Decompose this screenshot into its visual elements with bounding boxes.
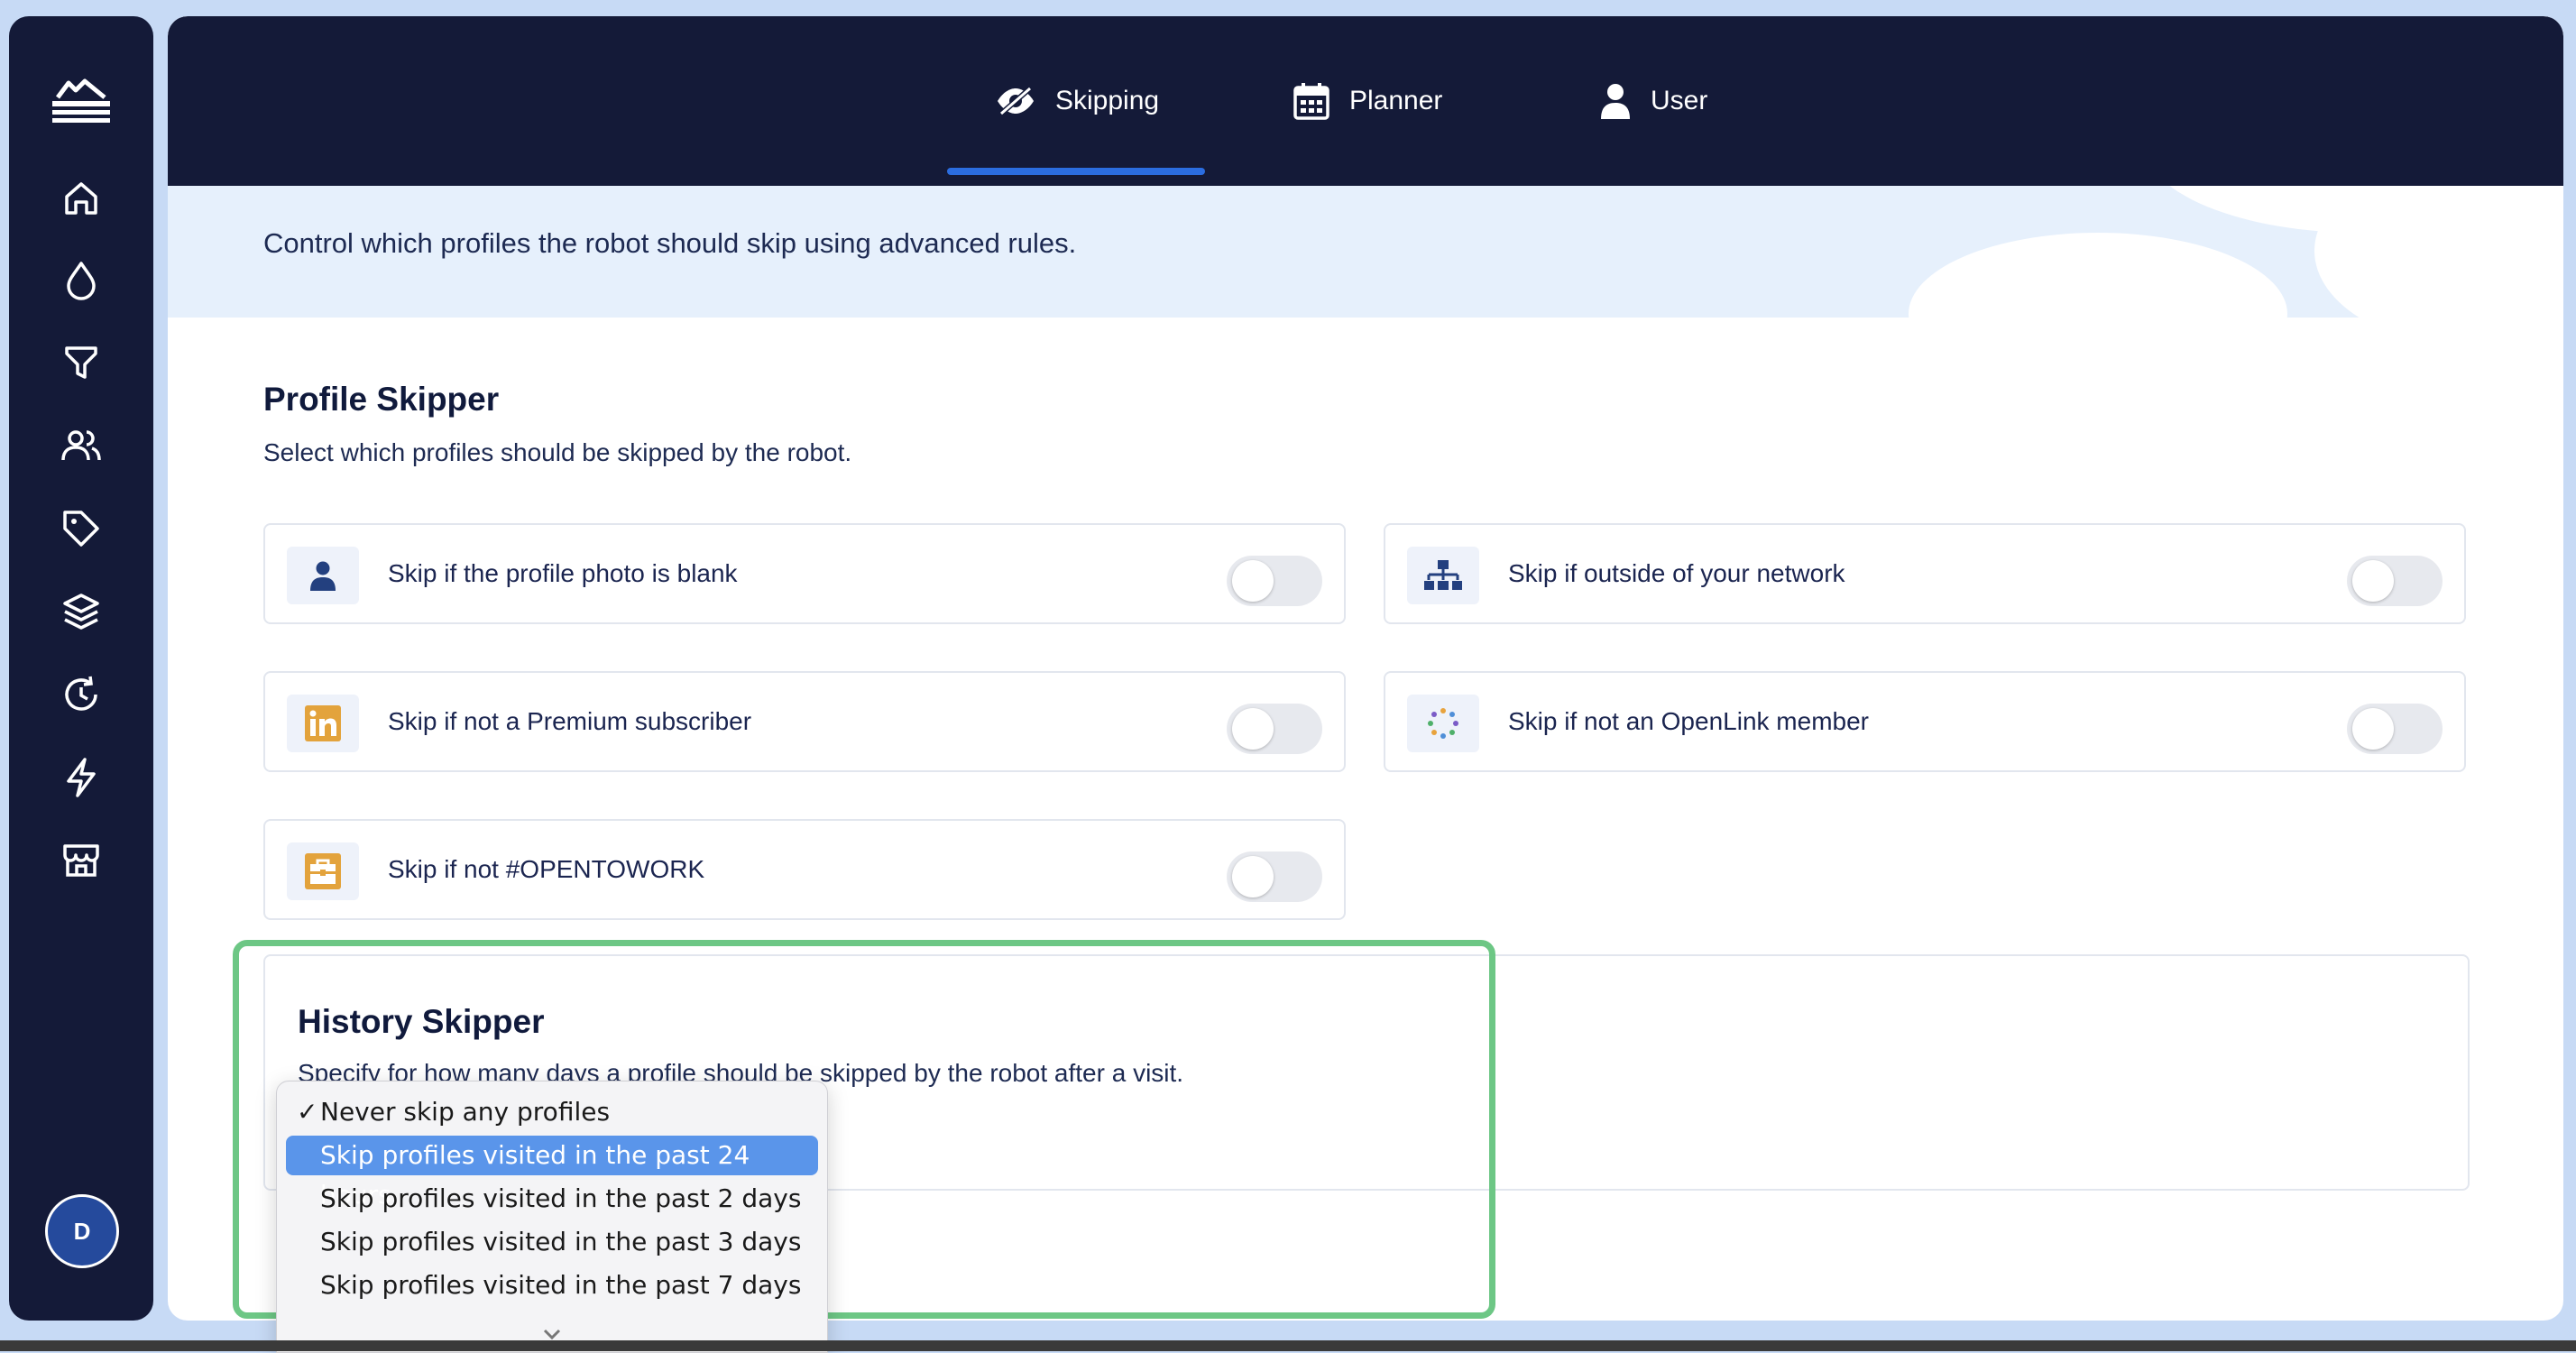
users-icon[interactable] bbox=[54, 419, 108, 473]
rule-card-opentowork: Skip if not #OPENTOWORK bbox=[263, 819, 1346, 920]
user-icon bbox=[1601, 84, 1630, 119]
dropdown-option[interactable]: Skip profiles visited in the past 2 days bbox=[286, 1179, 818, 1219]
toggle-knob bbox=[1232, 856, 1274, 897]
rule-toggle[interactable] bbox=[1227, 556, 1322, 606]
check-mark-icon: ✓ bbox=[297, 1097, 318, 1127]
option-label: Skip profiles visited in the past 7 days bbox=[320, 1270, 802, 1300]
dropdown-option-highlighted[interactable]: Skip profiles visited in the past 24 hou… bbox=[286, 1136, 818, 1210]
store-icon[interactable] bbox=[54, 833, 108, 888]
profile-skipper-subtitle: Select which profiles should be skipped … bbox=[263, 438, 852, 466]
bolt-icon[interactable] bbox=[54, 750, 108, 805]
rule-label: Skip if the profile photo is blank bbox=[388, 559, 738, 587]
option-label: Skip profiles visited in the past 3 days bbox=[320, 1227, 802, 1256]
home-icon[interactable] bbox=[54, 171, 108, 226]
history-skip-dropdown[interactable]: ✓ Never skip any profiles Skip profiles … bbox=[276, 1081, 828, 1353]
cloud-decoration bbox=[1909, 233, 2287, 395]
sidebar: D bbox=[9, 16, 153, 1321]
toggle-knob bbox=[2352, 708, 2394, 750]
rule-toggle[interactable] bbox=[2347, 556, 2443, 606]
tag-icon[interactable] bbox=[54, 502, 108, 556]
toggle-knob bbox=[1232, 708, 1274, 750]
linkedin-icon bbox=[287, 695, 359, 752]
toggle-knob bbox=[2352, 560, 2394, 602]
tab-label: Skipping bbox=[1055, 86, 1160, 115]
rule-label: Skip if not a Premium subscriber bbox=[388, 707, 752, 735]
profile-skipper-title: Profile Skipper bbox=[263, 381, 500, 418]
tab-planner[interactable]: Planner bbox=[1293, 16, 1442, 186]
option-label: Skip profiles visited in the past 2 days bbox=[320, 1183, 802, 1213]
rule-card-openlink: Skip if not an OpenLink member bbox=[1384, 671, 2466, 772]
drop-icon[interactable] bbox=[54, 253, 108, 307]
eye-slash-icon bbox=[998, 86, 1034, 116]
rule-label: Skip if outside of your network bbox=[1508, 559, 1845, 587]
desktop-taskbar-edge bbox=[0, 1340, 2576, 1351]
rule-card-premium: Skip if not a Premium subscriber bbox=[263, 671, 1346, 772]
dropdown-option[interactable]: Skip profiles visited in the past 3 days bbox=[286, 1222, 818, 1262]
option-label: Never skip any profiles bbox=[320, 1097, 611, 1127]
filter-icon[interactable] bbox=[54, 336, 108, 390]
calendar-icon bbox=[1293, 83, 1329, 120]
briefcase-icon bbox=[287, 842, 359, 900]
tab-user[interactable]: User bbox=[1600, 16, 1707, 186]
active-tab-indicator bbox=[947, 168, 1205, 175]
tab-label: User bbox=[1651, 86, 1708, 115]
tab-label: Planner bbox=[1349, 86, 1443, 115]
rule-label: Skip if not #OPENTOWORK bbox=[388, 855, 705, 883]
page-subtitle: Control which profiles the robot should … bbox=[263, 227, 1077, 259]
rule-toggle[interactable] bbox=[1227, 704, 1322, 754]
dropdown-option[interactable]: Skip profiles visited in the past 7 days bbox=[286, 1266, 818, 1305]
history-icon[interactable] bbox=[54, 667, 108, 722]
tab-skipping[interactable]: Skipping bbox=[996, 16, 1159, 186]
user-avatar[interactable]: D bbox=[45, 1194, 119, 1268]
rule-card-outside-network: Skip if outside of your network bbox=[1384, 523, 2466, 624]
toggle-knob bbox=[1232, 560, 1274, 602]
openlink-icon bbox=[1407, 695, 1479, 752]
network-icon bbox=[1407, 547, 1479, 604]
layers-icon[interactable] bbox=[54, 584, 108, 639]
app-logo-icon[interactable] bbox=[45, 61, 117, 133]
rule-toggle[interactable] bbox=[1227, 851, 1322, 902]
rule-card-photo-blank: Skip if the profile photo is blank bbox=[263, 523, 1346, 624]
dropdown-option-selected[interactable]: ✓ Never skip any profiles bbox=[286, 1092, 818, 1132]
top-navigation: Skipping Planner User bbox=[168, 16, 2563, 186]
rule-label: Skip if not an OpenLink member bbox=[1508, 707, 1869, 735]
rule-toggle[interactable] bbox=[2347, 704, 2443, 754]
user-icon bbox=[287, 547, 359, 604]
